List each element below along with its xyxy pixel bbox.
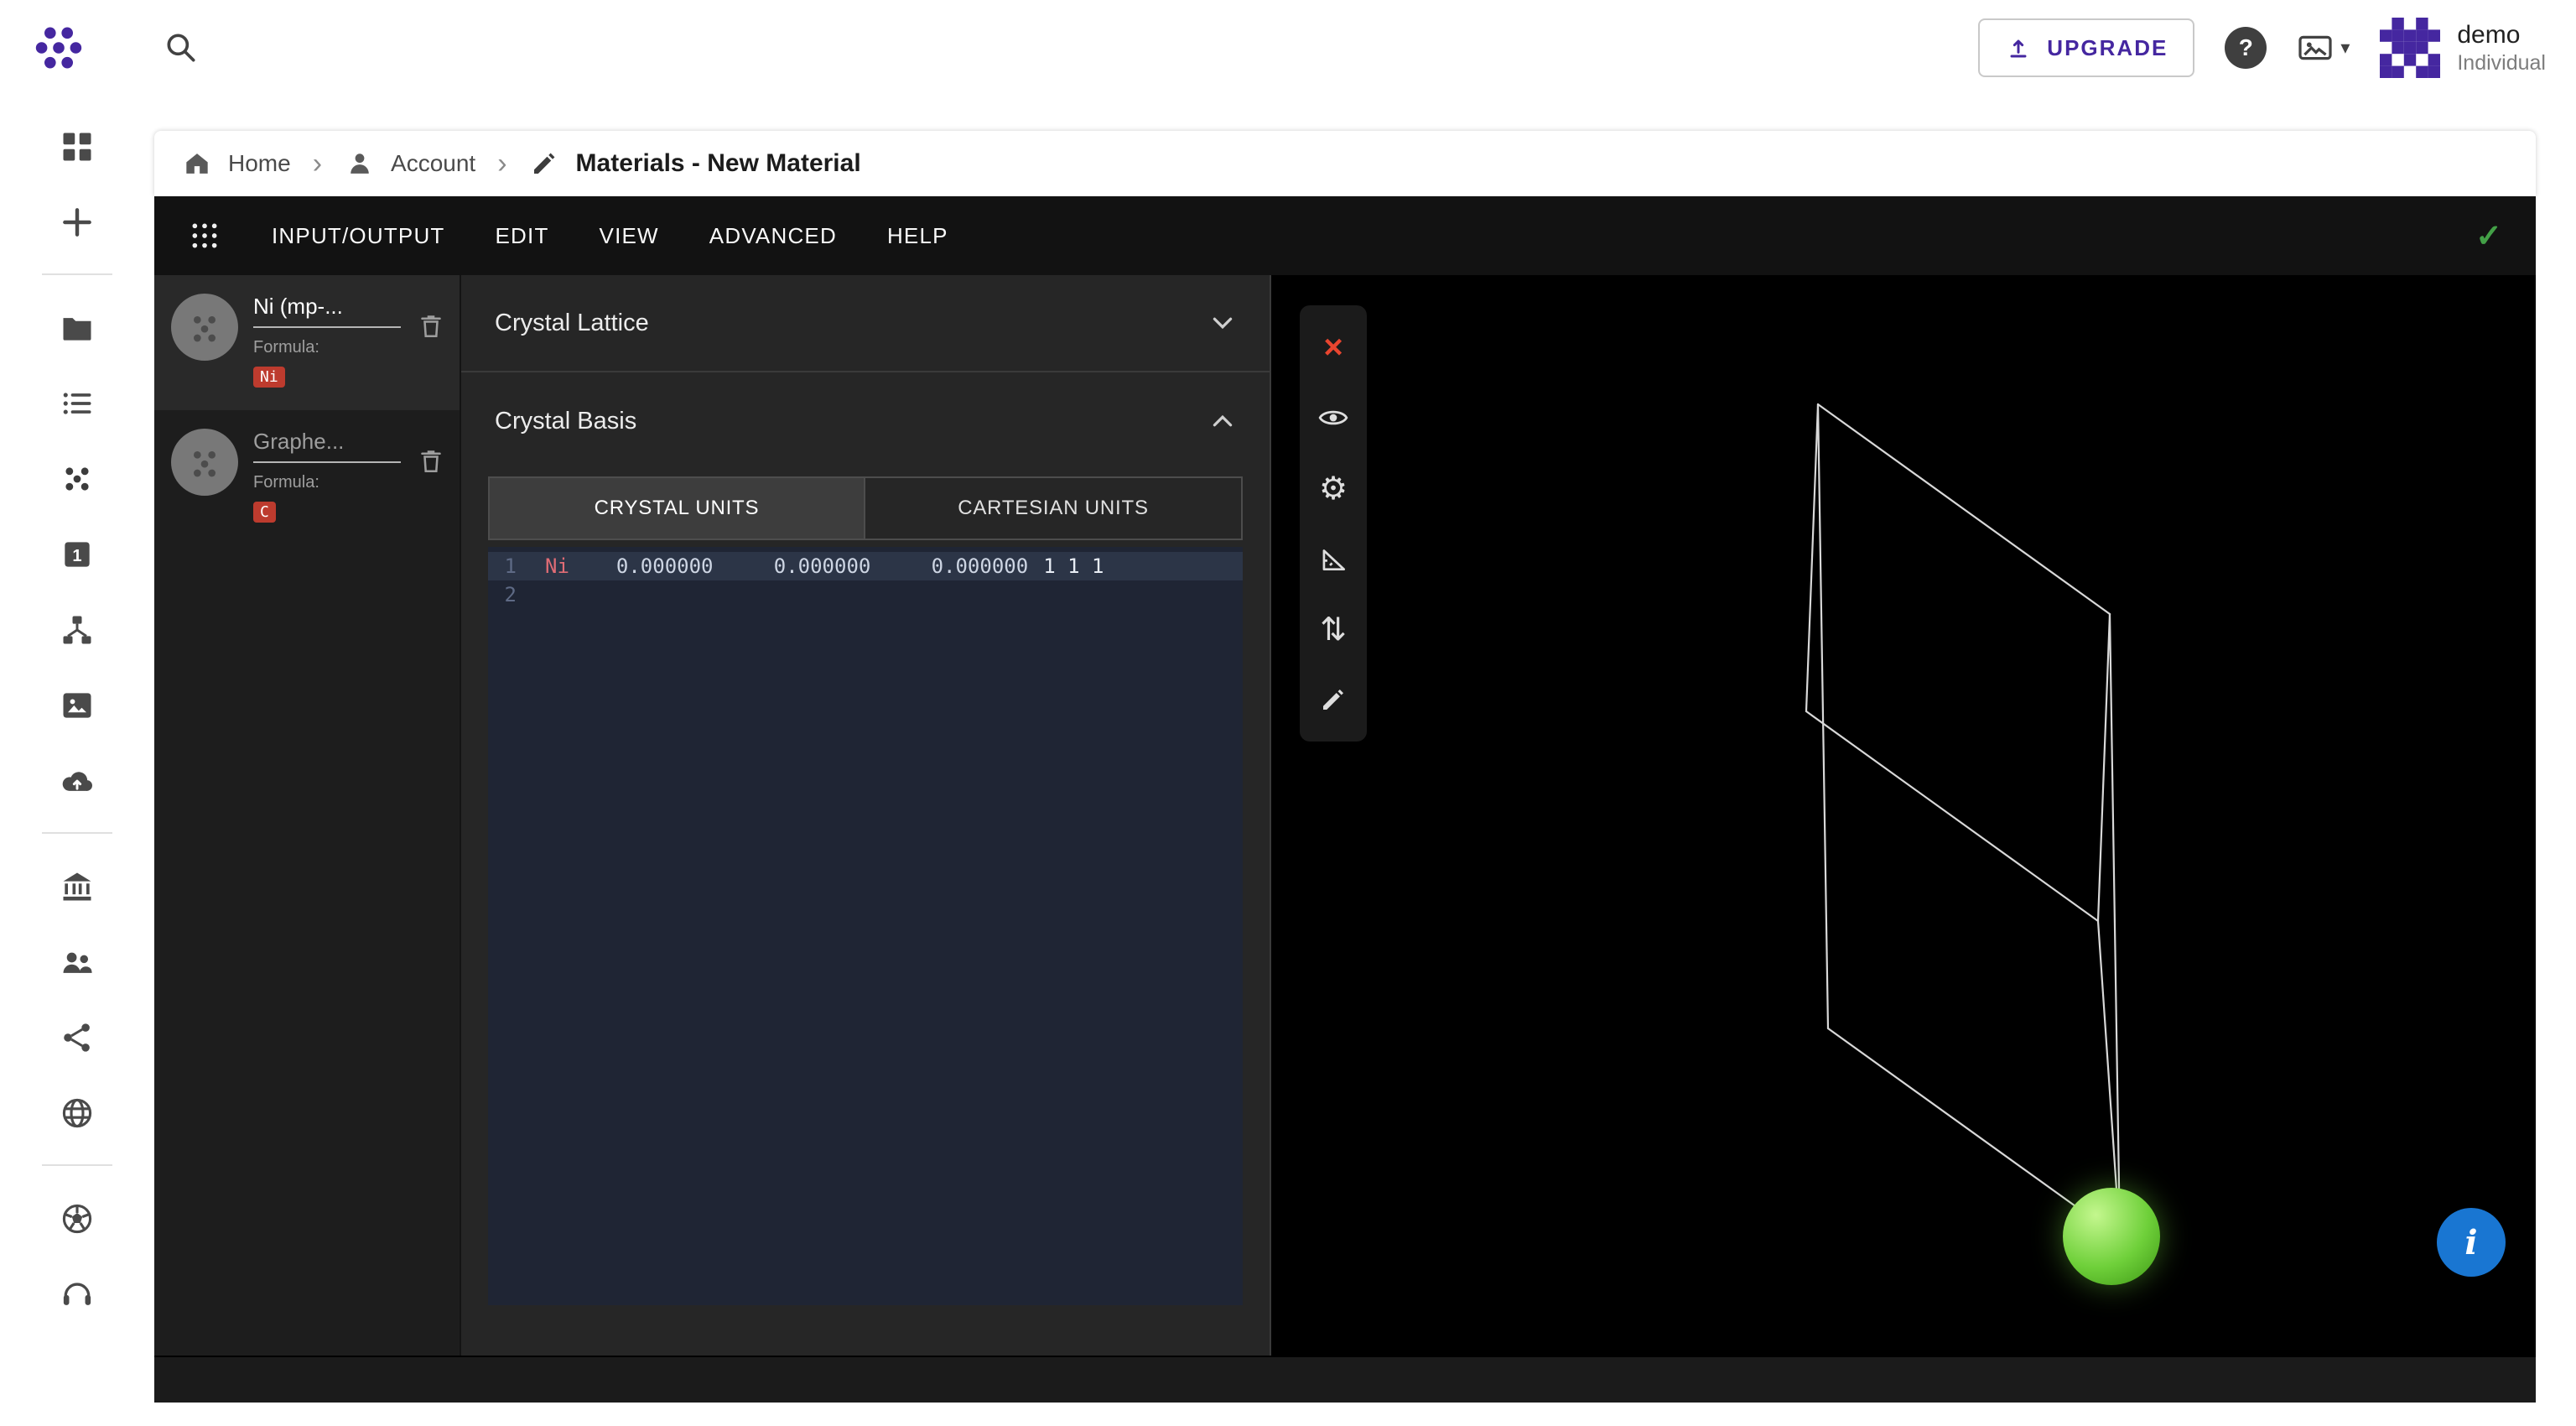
- menu-input-output[interactable]: INPUT/OUTPUT: [272, 223, 445, 249]
- rail-divider: [42, 832, 112, 834]
- top-bar: UPGRADE ? ▾ demo Individual: [0, 0, 2576, 96]
- screenshot-menu[interactable]: ▾: [2297, 33, 2350, 63]
- close-icon[interactable]: ×: [1300, 312, 1367, 383]
- box-one-icon[interactable]: 1: [0, 517, 154, 592]
- line-number: 2: [488, 580, 532, 609]
- atom-sphere[interactable]: [2063, 1188, 2160, 1285]
- home-icon: [181, 148, 213, 180]
- menu-view[interactable]: VIEW: [600, 223, 659, 249]
- designer-menubar: INPUT/OUTPUT EDIT VIEW ADVANCED HELP ✓: [154, 196, 2536, 275]
- team-icon[interactable]: [0, 924, 154, 1000]
- formula-badge: C: [253, 502, 276, 523]
- breadcrumb-account[interactable]: Account: [344, 148, 475, 180]
- share-icon[interactable]: [0, 1000, 154, 1075]
- material-name[interactable]: Ni (mp-...: [253, 294, 401, 328]
- list-icon[interactable]: [0, 366, 154, 441]
- page-title: Materials - New Material: [576, 149, 861, 178]
- bank-icon[interactable]: [0, 849, 154, 924]
- content-area: Home › Account › Materials - New Materia…: [154, 131, 2536, 1403]
- dashboard-icon[interactable]: [0, 109, 154, 185]
- user-menu[interactable]: demo Individual: [2380, 18, 2546, 78]
- crystal-wireframe: [1271, 275, 2536, 1356]
- editor-line: 1 Ni 0.000000 0.000000 0.000000 1 1 1: [488, 552, 1243, 580]
- material-item-ni[interactable]: Ni (mp-... Formula: Ni: [154, 275, 460, 410]
- svg-text:1: 1: [72, 547, 81, 565]
- breadcrumb-separator: ›: [313, 149, 322, 178]
- source-editor-panel: Crystal Lattice Crystal Basis CRYSTAL UN…: [460, 275, 1270, 1356]
- pencil-icon: [529, 148, 559, 179]
- support-headset-icon[interactable]: [0, 1257, 154, 1332]
- avatar: [2380, 18, 2440, 78]
- material-thumbnail: [171, 294, 238, 361]
- globe-icon[interactable]: [0, 1075, 154, 1151]
- units-tabs: CRYSTAL UNITS CARTESIAN UNITS: [488, 476, 1243, 540]
- user-plan: Individual: [2457, 50, 2546, 76]
- material-item-graphene[interactable]: Graphe... Formula: C: [154, 410, 460, 545]
- delete-icon[interactable]: [416, 445, 446, 476]
- measure-angle-icon[interactable]: [1300, 523, 1367, 594]
- help-icon[interactable]: ?: [2225, 27, 2267, 69]
- tab-crystal-units[interactable]: CRYSTAL UNITS: [488, 476, 865, 540]
- menu-edit[interactable]: EDIT: [496, 223, 549, 249]
- workflow-icon[interactable]: [0, 592, 154, 668]
- chevron-down-icon: ▾: [2340, 37, 2350, 59]
- viewer-toolbar: × ⚙ ⇅: [1300, 305, 1367, 742]
- cloud-icon[interactable]: [0, 743, 154, 819]
- upgrade-label: UPGRADE: [2047, 35, 2168, 61]
- edit-pencil-icon[interactable]: [1300, 664, 1367, 735]
- element-token: Ni: [545, 552, 569, 580]
- user-name: demo: [2457, 19, 2546, 51]
- formula-badge: Ni: [253, 367, 285, 388]
- folder-icon[interactable]: [0, 290, 154, 366]
- left-rail: 1: [0, 96, 154, 1426]
- chevron-up-icon: [1209, 408, 1236, 435]
- formula-label: Formula:: [253, 473, 401, 492]
- upgrade-button[interactable]: UPGRADE: [1978, 18, 2194, 77]
- three-d-viewer[interactable]: × ⚙ ⇅ i: [1270, 275, 2536, 1356]
- media-icon[interactable]: [0, 668, 154, 743]
- person-icon: [344, 148, 376, 180]
- upload-arrow-icon: [2005, 34, 2032, 61]
- main-panels: Ni (mp-... Formula: Ni Graphe... Formula…: [154, 275, 2536, 1356]
- sphere-icon[interactable]: [0, 1181, 154, 1257]
- materials-list: Ni (mp-... Formula: Ni Graphe... Formula…: [154, 275, 460, 1356]
- footer-strip: [154, 1356, 2536, 1403]
- app-logo-icon[interactable]: [30, 19, 87, 76]
- menu-help[interactable]: HELP: [887, 223, 948, 249]
- info-button[interactable]: i: [2437, 1208, 2506, 1277]
- crystal-lattice-section[interactable]: Crystal Lattice: [461, 275, 1270, 372]
- visibility-eye-icon[interactable]: [1300, 383, 1367, 453]
- menu-advanced[interactable]: ADVANCED: [709, 223, 837, 249]
- breadcrumb-current: Materials - New Material: [529, 148, 861, 179]
- breadcrumb: Home › Account › Materials - New Materia…: [154, 131, 2536, 196]
- material-thumbnail: [171, 429, 238, 496]
- coords-token: 0.000000 0.000000 0.000000: [616, 552, 1028, 580]
- breadcrumb-separator: ›: [497, 149, 506, 178]
- search-icon[interactable]: [158, 24, 205, 71]
- rail-divider: [42, 1164, 112, 1166]
- chevron-down-icon: [1209, 310, 1236, 336]
- swap-vertical-icon[interactable]: ⇅: [1300, 594, 1367, 664]
- material-name[interactable]: Graphe...: [253, 429, 401, 463]
- delete-icon[interactable]: [416, 310, 446, 341]
- basis-code-editor[interactable]: 1 Ni 0.000000 0.000000 0.000000 1 1 1 2: [488, 547, 1243, 1305]
- save-check-icon[interactable]: ✓: [2475, 217, 2502, 255]
- flags-token: 1 1 1: [1043, 552, 1104, 580]
- materials-cluster-icon[interactable]: [0, 441, 154, 517]
- module-grid-icon[interactable]: [188, 219, 221, 252]
- add-icon[interactable]: [0, 185, 154, 260]
- editor-line: 2: [488, 580, 1243, 609]
- rail-divider: [42, 273, 112, 275]
- settings-gear-icon[interactable]: ⚙: [1300, 453, 1367, 523]
- screenshot-icon: [2297, 33, 2334, 63]
- breadcrumb-home[interactable]: Home: [181, 148, 291, 180]
- tab-cartesian-units[interactable]: CARTESIAN UNITS: [865, 476, 1243, 540]
- crystal-basis-section[interactable]: Crystal Basis: [461, 372, 1270, 470]
- formula-label: Formula:: [253, 338, 401, 357]
- line-number: 1: [488, 552, 532, 580]
